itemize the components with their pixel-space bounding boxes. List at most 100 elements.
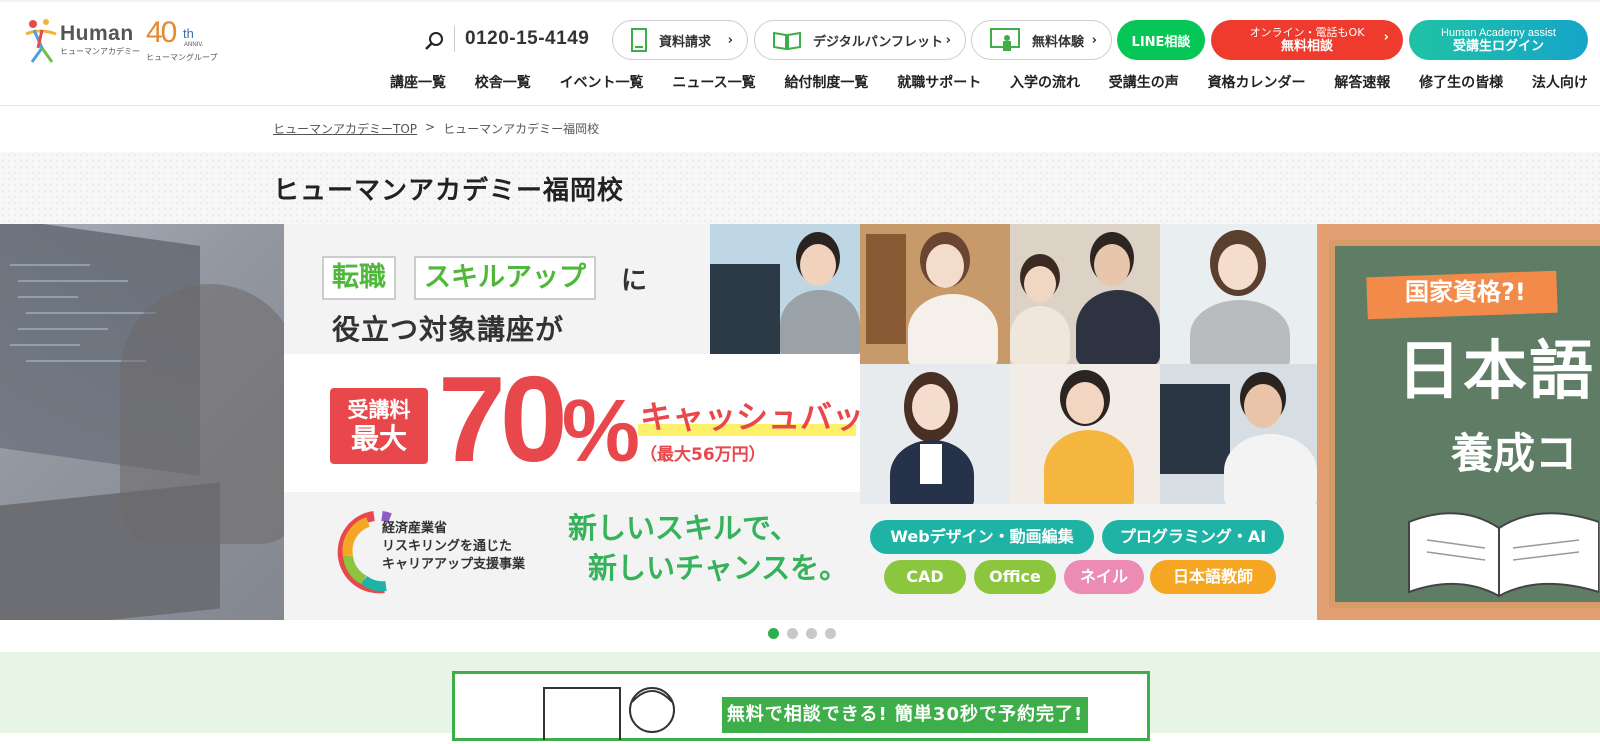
anniv-number: 40 xyxy=(146,16,177,49)
consult-cta-text[interactable]: 無料で相談できる! 簡単30秒で予約完了! xyxy=(722,697,1088,733)
active-slide-reskilling-campaign[interactable]: 転職 スキルアップ に 役立つ対象講座が 受講料 最大 70% キャッシュバック… xyxy=(284,224,1317,620)
free-trial-label: 無料体験 xyxy=(1032,34,1085,50)
chip-japanese-teacher: 日本語教師 xyxy=(1150,560,1276,594)
chalk-headline: 日本語 xyxy=(1397,335,1595,409)
chip-nail: ネイル xyxy=(1064,560,1144,594)
line-consult-label: LINE相談 xyxy=(1131,34,1191,50)
human-academy-logo[interactable]: Human ヒューマンアカデミー xyxy=(24,18,140,63)
chalk-banner-text: 国家資格?! xyxy=(1405,278,1526,306)
chevron-right-icon: › xyxy=(945,33,951,48)
nav-events[interactable]: イベント一覧 xyxy=(560,72,644,92)
carousel-dot-2[interactable] xyxy=(787,628,798,639)
meti-line-2: リスキリングを通じた xyxy=(382,539,513,554)
chalk-subline: 養成コ xyxy=(1451,429,1578,478)
chevron-right-icon: › xyxy=(727,33,733,48)
chip-cad: CAD xyxy=(884,560,966,594)
nav-news[interactable]: ニュース一覧 xyxy=(672,72,755,92)
free-consultation-button[interactable]: オンライン・電話もOK 無料相談 › xyxy=(1211,20,1403,60)
student-photo-collage xyxy=(710,224,1317,504)
anniv-suffix: th xyxy=(183,26,194,41)
next-slide-japanese-teacher[interactable]: 国家資格?! 日本語 養成コ xyxy=(1317,224,1600,620)
student-login-label: 受講生ログイン xyxy=(1452,39,1544,54)
nav-corporate[interactable]: 法人向け xyxy=(1532,72,1588,92)
human-logo-figure-icon xyxy=(24,18,57,63)
header-top-line xyxy=(0,0,1600,2)
chevron-right-icon: › xyxy=(1383,30,1389,45)
prev-slide-photo[interactable] xyxy=(0,224,284,620)
fee-max-label: 最大 xyxy=(350,422,407,455)
digital-pamphlet-button[interactable]: デジタルパンフレット › xyxy=(754,20,966,60)
headline-line2: 役立つ対象講座が xyxy=(332,313,565,346)
anniv-sub: ANNIV. xyxy=(184,42,204,48)
nav-courses[interactable]: 講座一覧 xyxy=(390,72,446,92)
slogan: 新しいスキルで、 新しいチャンスを。 xyxy=(568,508,848,588)
open-book-icon xyxy=(1399,492,1600,602)
photo-developer xyxy=(1160,364,1317,504)
logo-wordmark: Human xyxy=(60,22,134,45)
consult-main-label: 無料相談 xyxy=(1280,39,1333,54)
line-consult-button[interactable]: LINE相談 xyxy=(1117,20,1205,60)
meti-line-1: 経済産業省 xyxy=(382,521,448,536)
nav-exam-calendar[interactable]: 資格カレンダー xyxy=(1208,72,1306,92)
request-materials-label: 資料請求 xyxy=(659,34,712,50)
fee-badge: 受講料 最大 xyxy=(330,388,428,464)
logo-subtext: ヒューマンアカデミー xyxy=(60,47,140,56)
tag-suffix: に xyxy=(621,266,648,296)
photo-meeting xyxy=(1010,224,1160,364)
carousel-dot-1[interactable] xyxy=(768,628,779,639)
nav-graduates[interactable]: 修了生の皆様 xyxy=(1419,72,1503,92)
percent-sign: % xyxy=(561,381,640,480)
chip-web-design: Webデザイン・動画編集 xyxy=(870,520,1094,554)
document-icon xyxy=(631,28,647,52)
digital-pamphlet-label: デジタルパンフレット xyxy=(813,34,944,50)
title-band xyxy=(0,152,1600,224)
breadcrumb: ヒューマンアカデミーTOP > ヒューマンアカデミー福岡校 xyxy=(273,120,599,137)
global-nav: 講座一覧 校舎一覧 イベント一覧 ニュース一覧 給付制度一覧 就職サポート 入学… xyxy=(390,72,1588,92)
chip-programming: プログラミング・AI xyxy=(1102,520,1284,554)
slide-overlay xyxy=(0,224,284,620)
photo-studying-woman xyxy=(1010,364,1160,504)
anniversary-logo: 40 th ANNIV. ヒューマングループ xyxy=(146,16,218,62)
student-login-button[interactable]: Human Academy assist 受講生ログイン xyxy=(1409,20,1588,60)
fee-label: 受講料 xyxy=(347,398,411,422)
nav-enrollment-flow[interactable]: 入学の流れ xyxy=(1010,72,1080,92)
meti-line-3: キャリアアップ支援事業 xyxy=(382,557,526,572)
slogan-line-2: 新しいチャンスを。 xyxy=(588,551,849,585)
nav-student-voices[interactable]: 受講生の声 xyxy=(1109,72,1179,92)
chip-office: Office xyxy=(974,560,1056,594)
phone-number[interactable]: 0120-15-4149 xyxy=(454,26,589,52)
breadcrumb-current: ヒューマンアカデミー福岡校 xyxy=(443,122,600,136)
consultant-illustration-icon xyxy=(540,680,690,744)
assist-sub-label: Human Academy assist xyxy=(1441,27,1556,39)
photo-programmer xyxy=(710,224,860,354)
slogan-line-1: 新しいスキルで、 xyxy=(568,511,799,545)
tag-career-change: 転職 xyxy=(322,256,396,300)
page-title: ヒューマンアカデミー福岡校 xyxy=(273,176,625,206)
meti-program-text: 経済産業省 リスキリングを通じた キャリアアップ支援事業 xyxy=(382,520,525,574)
open-book-icon xyxy=(773,30,801,50)
photo-office-woman xyxy=(860,364,1010,504)
site-header: Human ヒューマンアカデミー 40 th ANNIV. ヒューマングループ … xyxy=(0,0,1600,106)
search-icon[interactable] xyxy=(424,30,446,52)
carousel-pagination xyxy=(768,628,836,639)
nav-career-support[interactable]: 就職サポート xyxy=(897,72,981,92)
photo-smiling-woman xyxy=(1160,224,1317,364)
request-materials-button[interactable]: 資料請求 › xyxy=(612,20,748,60)
chevron-right-icon: › xyxy=(1091,33,1097,48)
cashback-percent: 70% xyxy=(438,351,640,496)
nav-answer-flash[interactable]: 解答速報 xyxy=(1334,72,1390,92)
carousel-dot-3[interactable] xyxy=(806,628,817,639)
anniv-group-name: ヒューマングループ xyxy=(146,53,218,62)
hero-carousel[interactable]: 転職 スキルアップ に 役立つ対象講座が 受講料 最大 70% キャッシュバック… xyxy=(0,224,1600,620)
free-trial-button[interactable]: 無料体験 › xyxy=(971,20,1112,60)
breadcrumb-home-link[interactable]: ヒューマンアカデミーTOP xyxy=(273,120,417,137)
photo-cafe-woman xyxy=(860,224,1010,364)
nav-benefits[interactable]: 給付制度一覧 xyxy=(784,72,868,92)
breadcrumb-separator: > xyxy=(425,120,436,134)
percent-number: 70 xyxy=(438,351,568,487)
carousel-dot-4[interactable] xyxy=(825,628,836,639)
nav-schools[interactable]: 校舎一覧 xyxy=(475,72,531,92)
tag-skill-up: スキルアップ xyxy=(414,256,596,300)
consult-sub-label: オンライン・電話もOK xyxy=(1249,26,1365,39)
lesson-screen-icon xyxy=(990,28,1020,52)
